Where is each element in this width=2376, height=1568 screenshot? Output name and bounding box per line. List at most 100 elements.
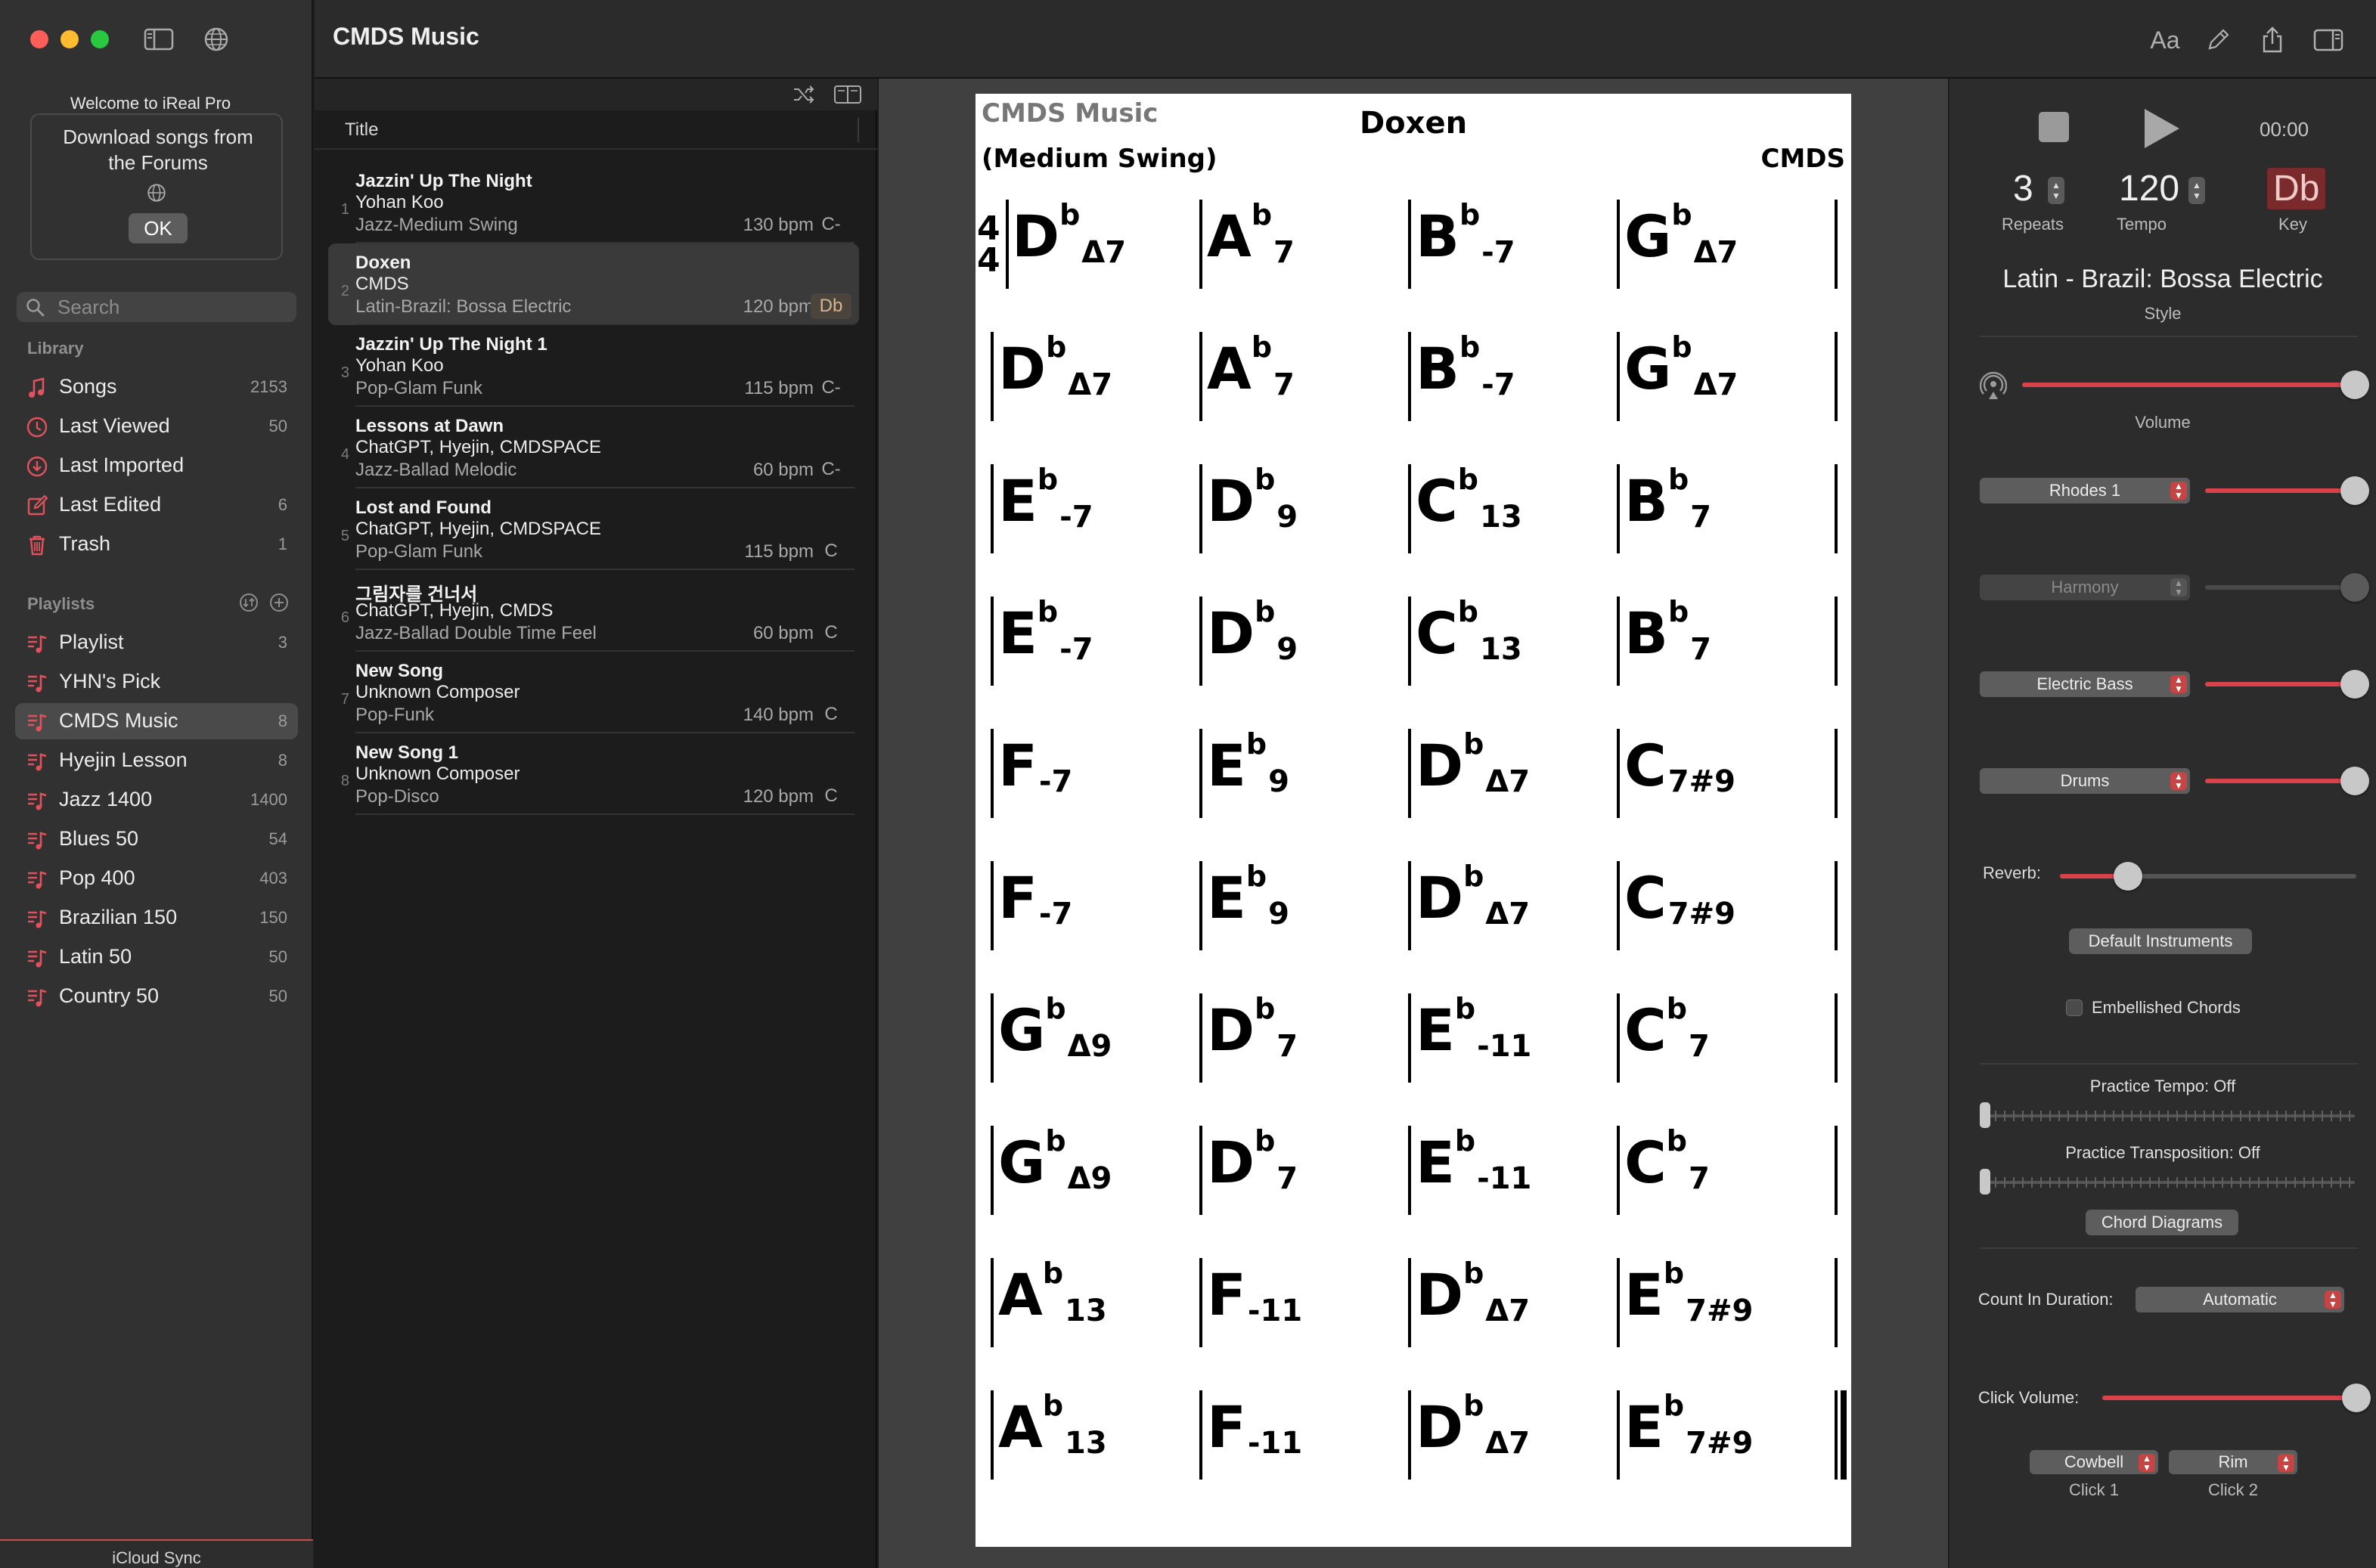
chord-accidental: b: [1457, 595, 1478, 628]
song-tempo: 60 bpm: [752, 460, 814, 480]
sidebar-item-label: Trash: [59, 532, 111, 555]
barline: [1199, 464, 1202, 553]
sidebar-item-songs[interactable]: Songs 2153: [15, 369, 298, 405]
slider-tick: [2140, 1111, 2142, 1121]
repeats-stepper[interactable]: ▲ ▼: [2048, 177, 2064, 204]
chord-quality: -7: [1038, 764, 1073, 799]
slider-knob[interactable]: [2340, 573, 2369, 602]
song-title: Jazzin' Up The Night: [355, 171, 532, 191]
airplay-icon[interactable]: [1980, 370, 2007, 401]
playlist-item-pop-400[interactable]: Pop 400 403: [15, 860, 298, 897]
slider-knob[interactable]: [2340, 370, 2369, 399]
slider-tick: [2176, 1111, 2178, 1121]
chord-quality: 7#9: [1686, 1426, 1754, 1461]
icloud-sync-bar[interactable]: iCloud Sync: [0, 1539, 313, 1568]
song-row[interactable]: 6 그림자를 건너서 ChatGPT, Hyejin, CMDS Jazz-Balla…: [328, 570, 859, 652]
lead-sheet-page[interactable]: CMDS Music Doxen (Medium Swing) CMDS 4 4…: [976, 94, 1851, 1547]
column-header[interactable]: Title: [315, 110, 877, 150]
instrument-select-electric-bass[interactable]: Electric Bass ▲ ▼: [1980, 671, 2190, 697]
playlist-item-yhn-s-pick[interactable]: YHN's Pick: [15, 664, 298, 700]
barline: [991, 993, 994, 1083]
add-playlist-icon[interactable]: [269, 593, 289, 612]
title-column-header[interactable]: Title: [345, 119, 378, 141]
search-input[interactable]: [57, 296, 284, 318]
playlist-item-latin-50[interactable]: Latin 50 50: [15, 939, 298, 975]
slider-fill: [2205, 585, 2355, 590]
barline: [1617, 861, 1620, 950]
playlist-item-label: Hyejin Lesson: [59, 748, 188, 771]
chord-symbol: Ab7: [1207, 330, 1295, 402]
chord-quality: Δ7: [1693, 367, 1739, 402]
chord-symbol: C 7#9: [1624, 727, 1735, 799]
sidebar-item-last-edited[interactable]: Last Edited 6: [15, 487, 298, 523]
click2-select[interactable]: Rim ▲ ▼: [2169, 1450, 2297, 1474]
slider-knob[interactable]: [2342, 1384, 2371, 1412]
embellished-chords-checkbox[interactable]: [2066, 999, 2083, 1016]
sidebar-item-trash[interactable]: Trash 1: [15, 526, 298, 562]
slider-knob[interactable]: [2340, 670, 2369, 699]
slider-knob[interactable]: [2340, 476, 2369, 505]
share-icon[interactable]: [2255, 23, 2290, 57]
song-row[interactable]: 2 Doxen CMDS Latin-Brazil: Bossa Electric 12…: [328, 243, 859, 325]
playlist-item-blues-50[interactable]: Blues 50 54: [15, 821, 298, 857]
sidebar-item-last-imported[interactable]: Last Imported: [15, 448, 298, 484]
slider-tick: [2040, 1177, 2042, 1188]
count-in-select[interactable]: Automatic ▲ ▼: [2136, 1287, 2344, 1312]
tempo-stepper[interactable]: ▲ ▼: [2188, 177, 2205, 204]
instrument-select-drums[interactable]: Drums ▲ ▼: [1980, 768, 2190, 794]
ok-button[interactable]: OK: [129, 213, 188, 243]
key-button[interactable]: Db: [2267, 168, 2326, 209]
playlist-item-cmds-music[interactable]: CMDS Music 8: [15, 703, 298, 739]
slider-knob[interactable]: [1980, 1169, 1990, 1195]
play-button[interactable]: [2137, 106, 2182, 151]
chord-quality: 7: [1690, 500, 1711, 535]
shuffle-icon[interactable]: [793, 85, 815, 104]
sidebar-item-last-viewed[interactable]: Last Viewed 50: [15, 408, 298, 445]
song-row[interactable]: 4 Lessons at Dawn ChatGPT, Hyejin, CMDSPAC…: [328, 407, 859, 488]
slider-knob[interactable]: [2114, 862, 2143, 891]
playlist-icon: [26, 947, 48, 969]
playlist-item-country-50[interactable]: Country 50 50: [15, 978, 298, 1015]
playlist-item-hyejin-lesson[interactable]: Hyejin Lesson 8: [15, 742, 298, 779]
close-window-button[interactable]: [30, 30, 48, 48]
style-value[interactable]: Latin - Brazil: Bossa Electric: [1949, 265, 2376, 294]
sidebar-toggle-icon[interactable]: [144, 24, 174, 54]
font-size-icon[interactable]: Aa: [2148, 23, 2182, 57]
chord-root: G: [1624, 203, 1671, 270]
chord-root: E: [1624, 1393, 1664, 1461]
playlist-item-playlist[interactable]: Playlist 3: [15, 624, 298, 661]
slider-knob[interactable]: [2340, 767, 2369, 795]
slider-tick: [2185, 1111, 2187, 1121]
columns-icon[interactable]: [833, 85, 862, 104]
click1-select[interactable]: Cowbell ▲ ▼: [2030, 1450, 2158, 1474]
slider-tick: [2022, 1177, 2024, 1188]
sort-icon[interactable]: [239, 593, 259, 612]
pencil-icon[interactable]: [2201, 23, 2235, 57]
slider-knob[interactable]: [1980, 1102, 1990, 1128]
barline: [1617, 332, 1620, 421]
minimize-window-button[interactable]: [60, 30, 79, 48]
chord-diagrams-button[interactable]: Chord Diagrams: [2086, 1210, 2238, 1235]
song-row[interactable]: 8 New Song 1 Unknown Composer Pop-Disco 120 …: [328, 733, 859, 815]
playlist-item-jazz-1400[interactable]: Jazz 1400 1400: [15, 782, 298, 818]
instrument-select-rhodes-1[interactable]: Rhodes 1 ▲ ▼: [1980, 478, 2190, 504]
search-field[interactable]: [17, 292, 296, 322]
chord-quality: 9: [1268, 897, 1289, 931]
chord-symbol: DbΔ7: [1416, 727, 1530, 799]
song-style: Pop-Disco: [355, 786, 439, 807]
song-row[interactable]: 7 New Song Unknown Composer Pop-Funk 140 bpm…: [328, 652, 859, 733]
globe-icon[interactable]: [201, 24, 231, 54]
default-instruments-button[interactable]: Default Instruments: [2069, 928, 2252, 954]
zoom-window-button[interactable]: [91, 30, 109, 48]
inspector-toggle-icon[interactable]: [2311, 23, 2346, 57]
song-row[interactable]: 3 Jazzin' Up The Night 1 Yohan Koo Pop-Glam…: [328, 325, 859, 407]
instrument-select-harmony[interactable]: Harmony ▲ ▼: [1980, 575, 2190, 600]
song-row[interactable]: 1 Jazzin' Up The Night Yohan Koo Jazz-Mediu…: [328, 162, 859, 243]
playlist-item-count: 8: [278, 711, 287, 730]
chord-accidental: b: [1457, 463, 1478, 496]
stop-button[interactable]: [2039, 112, 2069, 142]
barline: [1408, 861, 1411, 950]
playlist-item-brazilian-150[interactable]: Brazilian 150 150: [15, 900, 298, 936]
song-row[interactable]: 5 Lost and Found ChatGPT, Hyejin, CMDSPACE…: [328, 488, 859, 570]
playlists-heading: Playlists: [27, 594, 95, 613]
